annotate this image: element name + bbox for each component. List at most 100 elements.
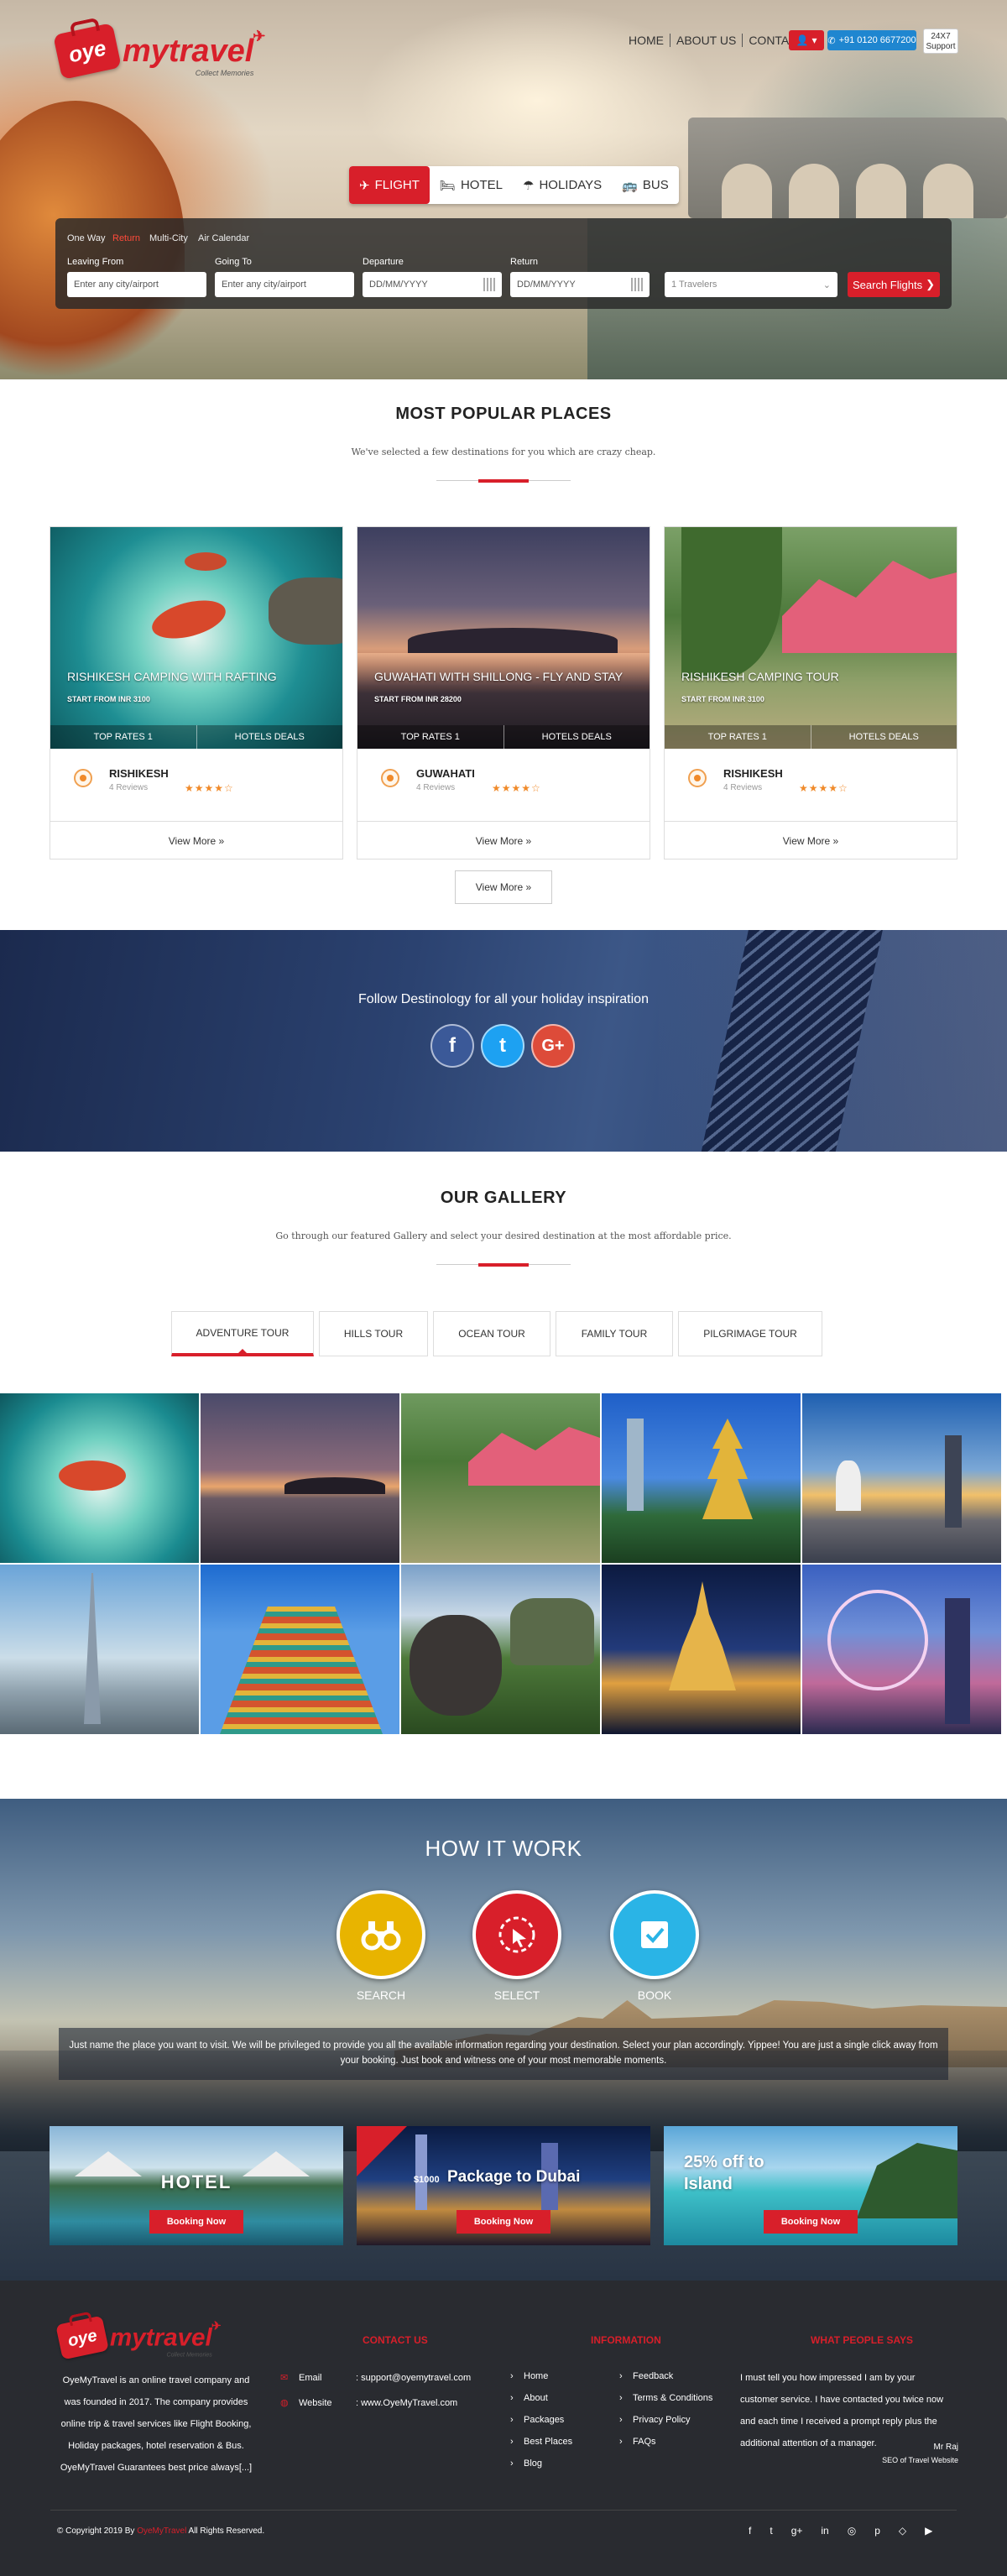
booking-now-button[interactable]: Booking Now — [149, 2210, 243, 2234]
gallery-image-rafting[interactable] — [0, 1393, 199, 1563]
trip-type-air-calendar[interactable]: Air Calendar — [198, 233, 249, 243]
gallery-tab-family[interactable]: FAMILY TOUR — [556, 1311, 673, 1356]
search-flights-button[interactable]: Search Flights ❯ — [848, 272, 940, 297]
footer-link-home[interactable]: Home — [509, 2365, 572, 2387]
facebook-icon[interactable]: f — [430, 1024, 474, 1068]
return-placeholder: DD/MM/YYYY — [517, 280, 576, 290]
linkedin-icon[interactable]: in — [821, 2525, 828, 2537]
instagram-icon[interactable]: ◎ — [848, 2525, 856, 2537]
travelers-select[interactable]: 1 Travelers ⌄ — [665, 272, 837, 297]
copyright-brand[interactable]: OyeMyTravel — [137, 2526, 186, 2536]
gallery-image-elephant[interactable] — [401, 1565, 600, 1734]
gallery-image-singapore[interactable] — [802, 1393, 1001, 1563]
footer-link-faqs[interactable]: FAQs — [618, 2431, 712, 2453]
facebook-icon[interactable]: f — [749, 2525, 751, 2537]
gallery-image-wat-arun[interactable] — [602, 1565, 801, 1734]
view-more-all-button[interactable]: View More » — [455, 870, 552, 904]
phone-button[interactable]: ✆ +91 0120 6677200 — [827, 30, 916, 50]
going-to-input[interactable]: Enter any city/airport — [215, 272, 354, 297]
gallery-tab-pilgrimage[interactable]: PILGRIMAGE TOUR — [678, 1311, 822, 1356]
place-image-guwahati[interactable] — [357, 527, 650, 749]
caret-down-icon: ▾ — [811, 34, 817, 46]
tab-bus[interactable]: 🚌 BUS — [612, 166, 679, 204]
return-date-input[interactable]: DD/MM/YYYY — [510, 272, 650, 297]
promo-dubai[interactable]: $1000 Package to Dubai Booking Now — [357, 2126, 650, 2245]
top-rates-link[interactable]: TOP RATES 1 — [50, 725, 197, 749]
user-menu-button[interactable]: 👤 ▾ — [789, 30, 824, 50]
footer-link-privacy[interactable]: Privacy Policy — [618, 2409, 712, 2431]
booking-now-button[interactable]: Booking Now — [457, 2210, 550, 2234]
footer-link-blog[interactable]: Blog — [509, 2453, 572, 2474]
view-more-button[interactable]: View More » — [50, 821, 342, 860]
gallery-tab-hills[interactable]: HILLS TOUR — [319, 1311, 428, 1356]
twitter-icon[interactable]: t — [481, 1024, 524, 1068]
hotel-deals-link[interactable]: HOTELS DEALS — [197, 725, 343, 749]
checkbox-icon[interactable] — [610, 1890, 699, 1979]
hotel-deals-link[interactable]: HOTELS DEALS — [811, 725, 957, 749]
trip-type-multi-city[interactable]: Multi-City — [149, 233, 188, 243]
tab-label: FLIGHT — [374, 178, 420, 192]
calendar-icon[interactable] — [483, 278, 497, 291]
calendar-icon[interactable] — [631, 278, 644, 291]
top-rates-link[interactable]: TOP RATES 1 — [357, 725, 504, 749]
departure-date-input[interactable]: DD/MM/YYYY — [363, 272, 502, 297]
tab-holidays[interactable]: ☂ HOLIDAYS — [513, 166, 612, 204]
view-more-button[interactable]: View More » — [357, 821, 650, 860]
email-link[interactable]: : support@oyemytravel.com — [356, 2367, 471, 2389]
place-name: GUWAHATI — [416, 767, 475, 780]
rating-stars: ★★★★☆ — [799, 782, 848, 794]
trip-type-one-way[interactable]: One Way — [67, 233, 105, 243]
gallery-subtitle: Go through our featured Gallery and sele… — [275, 1231, 732, 1241]
leaving-from-input[interactable]: Enter any city/airport — [67, 272, 206, 297]
phone-number: +91 0120 6677200 — [838, 35, 916, 45]
how-description: Just name the place you want to visit. W… — [59, 2028, 948, 2080]
footer-link-feedback[interactable]: Feedback — [618, 2365, 712, 2387]
promo-dubai-price: $1000 — [414, 2175, 440, 2185]
trip-type-return[interactable]: Return — [112, 233, 140, 243]
bridge-arch — [789, 164, 839, 218]
gallery-image-pagoda[interactable] — [602, 1393, 801, 1563]
gallery-image-sunset[interactable] — [201, 1393, 399, 1563]
view-more-button[interactable]: View More » — [665, 821, 957, 860]
gallery-tab-adventure[interactable]: ADVENTURE TOUR — [171, 1311, 314, 1356]
site-logo[interactable]: oye mytravel ✈ Collect Memories — [53, 23, 265, 80]
plane-icon: ✈ — [359, 178, 370, 193]
tab-hotel[interactable]: 🛏 HOTEL — [430, 166, 513, 204]
pinterest-icon[interactable]: p — [874, 2525, 880, 2537]
place-image-rafting[interactable] — [50, 527, 342, 749]
gallery-image-tents[interactable] — [401, 1393, 600, 1563]
gallery-image-ferris-wheel[interactable] — [802, 1565, 1001, 1734]
card-overlay-title: GUWAHATI WITH SHILLONG - FLY AND STAY — [374, 670, 624, 683]
footer-link-best-places[interactable]: Best Places — [509, 2431, 572, 2453]
rating-stars: ★★★★☆ — [492, 782, 541, 794]
google-plus-icon[interactable]: G+ — [531, 1024, 575, 1068]
gallery-tab-ocean[interactable]: OCEAN TOUR — [433, 1311, 550, 1356]
promo-island[interactable]: 25% off to Island Booking Now — [664, 2126, 957, 2245]
binoculars-icon[interactable] — [337, 1890, 425, 1979]
youtube-icon[interactable]: ▶ — [925, 2525, 932, 2537]
footer-logo[interactable]: oye mytravel ✈ Collect Memories — [55, 2315, 222, 2360]
step-search-label: SEARCH — [356, 1988, 406, 2002]
footer-link-terms[interactable]: Terms & Conditions — [618, 2387, 712, 2409]
gallery-image-temple[interactable] — [201, 1565, 399, 1734]
review-count: 4 Reviews — [416, 783, 456, 792]
cursor-icon[interactable] — [472, 1890, 561, 1979]
gallery-image-dubai[interactable] — [0, 1565, 199, 1734]
footer-link-about[interactable]: About — [509, 2387, 572, 2409]
top-rates-link[interactable]: TOP RATES 1 — [665, 725, 811, 749]
footer-link-packages[interactable]: Packages — [509, 2409, 572, 2431]
promo-hotel[interactable]: HOTEL Booking Now — [50, 2126, 343, 2245]
twitter-icon[interactable]: t — [770, 2525, 772, 2537]
hotel-deals-link[interactable]: HOTELS DEALS — [504, 725, 650, 749]
website-link[interactable]: : www.OyeMyTravel.com — [356, 2392, 457, 2414]
nav-about[interactable]: ABOUT US — [670, 34, 744, 47]
booking-now-button[interactable]: Booking Now — [764, 2210, 858, 2234]
foursquare-icon[interactable]: ◇ — [899, 2525, 906, 2537]
nav-home[interactable]: HOME — [623, 34, 670, 47]
place-image-camping[interactable] — [665, 527, 957, 749]
tab-label: BUS — [642, 178, 669, 192]
rating-stars: ★★★★☆ — [185, 782, 234, 794]
tab-flight[interactable]: ✈ FLIGHT — [349, 166, 430, 204]
search-flights-label: Search Flights — [853, 278, 923, 291]
google-plus-icon[interactable]: g+ — [791, 2525, 803, 2537]
